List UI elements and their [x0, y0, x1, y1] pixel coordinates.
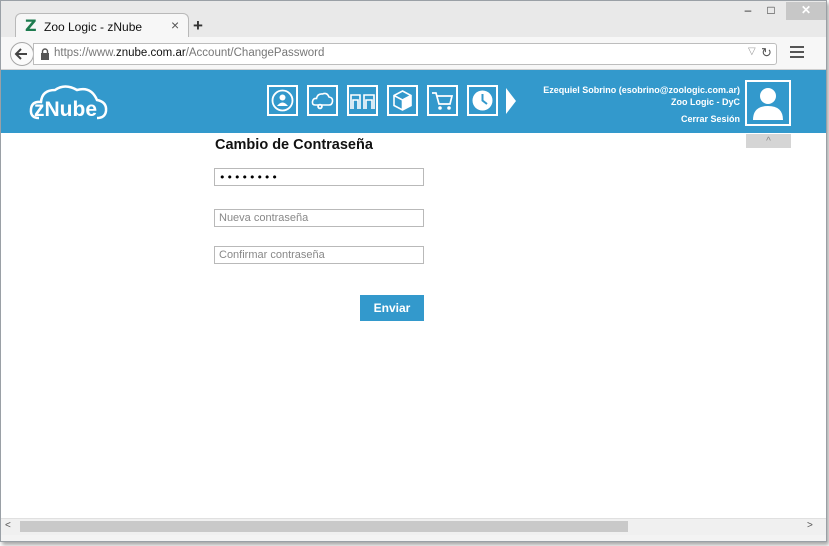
site-header: zNube Ezequiel Sobrino (esobrino@zoologi [1, 70, 826, 133]
collapse-header-button[interactable]: ^ [746, 134, 791, 148]
back-arrow-icon [14, 48, 27, 60]
url-text: https://www.znube.com.ar/Account/ChangeP… [54, 47, 324, 59]
page-content: zNube Ezequiel Sobrino (esobrino@zoologi [1, 70, 826, 518]
maximize-button[interactable]: □ [759, 2, 783, 20]
scroll-left-icon[interactable]: < [5, 520, 11, 531]
url-host: znube.com.ar [116, 47, 186, 59]
hamburger-menu-icon[interactable] [790, 46, 804, 58]
minimize-button[interactable]: – [736, 2, 760, 20]
submit-button[interactable]: Enviar [360, 295, 424, 321]
scroll-right-icon[interactable]: > [807, 520, 813, 531]
user-avatar-icon [753, 88, 783, 120]
browser-window: Z Zoo Logic - zNube × + – □ ✕ https://ww… [0, 0, 827, 542]
navigation-bar: https://www.znube.com.ar/Account/ChangeP… [1, 37, 826, 70]
page-title: Cambio de Contraseña [215, 137, 373, 153]
browser-tab[interactable]: Z Zoo Logic - zNube × [15, 13, 189, 40]
reload-icon[interactable]: ↻ [761, 45, 772, 61]
user-name: Ezequiel Sobrino (esobrino@zoologic.com.… [543, 85, 740, 95]
new-tab-button[interactable]: + [193, 17, 203, 34]
users-icon[interactable] [267, 85, 298, 116]
cloud-settings-icon[interactable] [307, 85, 338, 116]
logout-link[interactable]: Cerrar Sesión [681, 114, 740, 124]
box-icon[interactable] [387, 85, 418, 116]
scrollbar-thumb[interactable] [20, 521, 628, 532]
url-path: /Account/ChangePassword [185, 47, 325, 59]
url-prefix: https://www. [54, 47, 116, 59]
tab-close-icon[interactable]: × [171, 17, 179, 33]
horizontal-scrollbar[interactable]: < > [1, 518, 826, 535]
nav-next-arrow-icon[interactable] [506, 88, 516, 114]
logo-text: zNube [34, 98, 97, 121]
lock-icon [41, 48, 49, 60]
user-organization: Zoo Logic - DyC [671, 97, 740, 107]
tab-bar: Z Zoo Logic - zNube × + – □ ✕ [1, 1, 826, 40]
znube-logo[interactable]: zNube [29, 78, 109, 124]
new-password-input[interactable] [214, 209, 424, 227]
cart-icon[interactable] [427, 85, 458, 116]
avatar[interactable] [745, 80, 791, 126]
tab-title: Zoo Logic - zNube [44, 20, 143, 34]
address-bar[interactable]: https://www.znube.com.ar/Account/ChangeP… [33, 43, 777, 65]
current-password-input[interactable] [214, 168, 424, 186]
back-button[interactable] [10, 42, 34, 66]
stores-icon[interactable] [347, 85, 378, 116]
confirm-password-input[interactable] [214, 246, 424, 264]
zoologic-favicon-icon: Z [25, 16, 37, 35]
url-dropdown-icon[interactable]: ▽ [748, 46, 756, 57]
close-window-button[interactable]: ✕ [786, 2, 826, 20]
clock-icon[interactable] [467, 85, 498, 116]
